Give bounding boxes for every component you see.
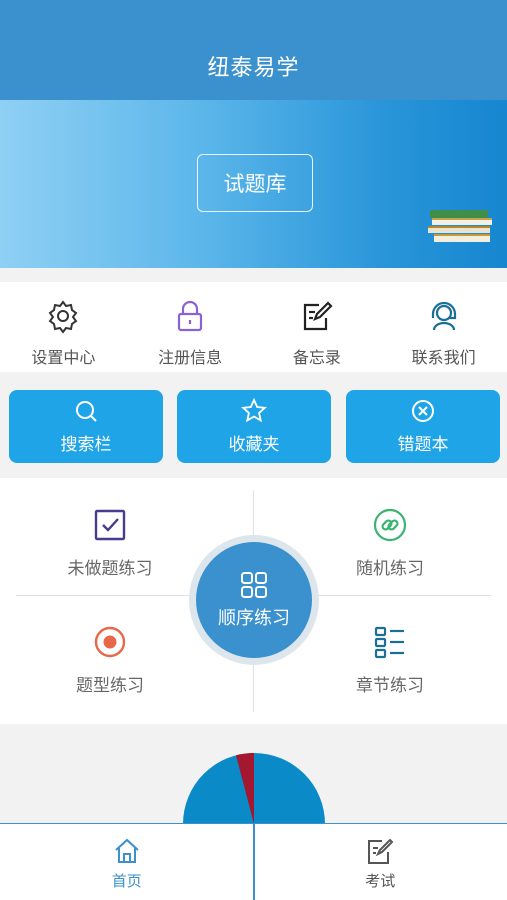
home-icon xyxy=(115,838,139,863)
app-title: 纽泰易学 xyxy=(207,56,300,81)
support-agent-icon xyxy=(431,301,456,331)
favorites-label: 收藏夹 xyxy=(228,435,280,455)
sequential-practice-label: 顺序练习 xyxy=(218,608,290,629)
tab-divider xyxy=(253,824,255,900)
link-icon xyxy=(373,508,407,542)
random-practice-button[interactable]: 随机练习 xyxy=(290,508,490,579)
contact-us-button[interactable]: 联系我们 xyxy=(380,282,507,372)
lock-icon xyxy=(178,300,203,332)
memo-button[interactable]: 备忘录 xyxy=(254,282,381,372)
tab-home[interactable]: 首页 xyxy=(0,824,254,900)
question-bank-button[interactable]: 试题库 xyxy=(197,154,313,212)
close-circle-icon xyxy=(412,400,434,422)
sequential-practice-button[interactable]: 顺序练习 xyxy=(196,542,312,658)
banner: 试题库 xyxy=(0,100,507,268)
search-bar-button[interactable]: 搜索栏 xyxy=(9,390,163,463)
practice-panel: 未做题练习 随机练习 题型练习 章节练习 顺序练习 xyxy=(0,478,507,724)
search-bar-label: 搜索栏 xyxy=(60,435,112,455)
grid-icon xyxy=(241,572,267,598)
tab-exam-label: 考试 xyxy=(365,872,396,890)
gear-icon xyxy=(48,300,78,334)
chapter-practice-label: 章节练习 xyxy=(356,676,424,696)
tab-home-label: 首页 xyxy=(111,872,142,890)
type-practice-label: 题型练习 xyxy=(76,676,144,696)
random-practice-label: 随机练习 xyxy=(356,559,424,579)
registration-info-button[interactable]: 注册信息 xyxy=(127,282,254,372)
stats-area xyxy=(0,726,507,826)
settings-center-button[interactable]: 设置中心 xyxy=(0,282,127,372)
progress-pie-chart xyxy=(183,753,325,826)
tab-exam[interactable]: 考试 xyxy=(254,824,507,900)
memo-label: 备忘录 xyxy=(292,348,341,367)
wrong-questions-label: 错题本 xyxy=(397,435,449,455)
checkbox-icon xyxy=(94,509,126,541)
unfinished-practice-button[interactable]: 未做题练习 xyxy=(10,508,210,579)
note-edit-icon xyxy=(303,301,333,331)
exam-edit-icon xyxy=(368,838,394,864)
books-icon xyxy=(428,210,492,242)
app-root: 纽泰易学 试题库 设置中心 注册信息 备忘录 联系我们 搜索栏 收藏夹 错题本 … xyxy=(0,0,507,900)
unfinished-practice-label: 未做题练习 xyxy=(67,559,153,579)
title-bar: 纽泰易学 xyxy=(0,0,507,100)
type-practice-button[interactable]: 题型练习 xyxy=(10,625,210,696)
bottom-tab-bar: 首页 考试 xyxy=(0,823,507,900)
search-icon xyxy=(76,401,97,422)
pill-buttons: 搜索栏 收藏夹 错题本 xyxy=(0,390,507,464)
wrong-questions-button[interactable]: 错题本 xyxy=(346,390,500,463)
settings-center-label: 设置中心 xyxy=(31,348,96,367)
list-icon xyxy=(374,626,404,659)
registration-info-label: 注册信息 xyxy=(158,348,223,367)
target-icon xyxy=(94,626,126,658)
quick-actions: 设置中心 注册信息 备忘录 联系我们 xyxy=(0,282,507,372)
favorites-button[interactable]: 收藏夹 xyxy=(177,390,331,463)
contact-us-label: 联系我们 xyxy=(411,348,476,367)
chapter-practice-button[interactable]: 章节练习 xyxy=(290,625,490,696)
star-icon xyxy=(241,398,267,423)
